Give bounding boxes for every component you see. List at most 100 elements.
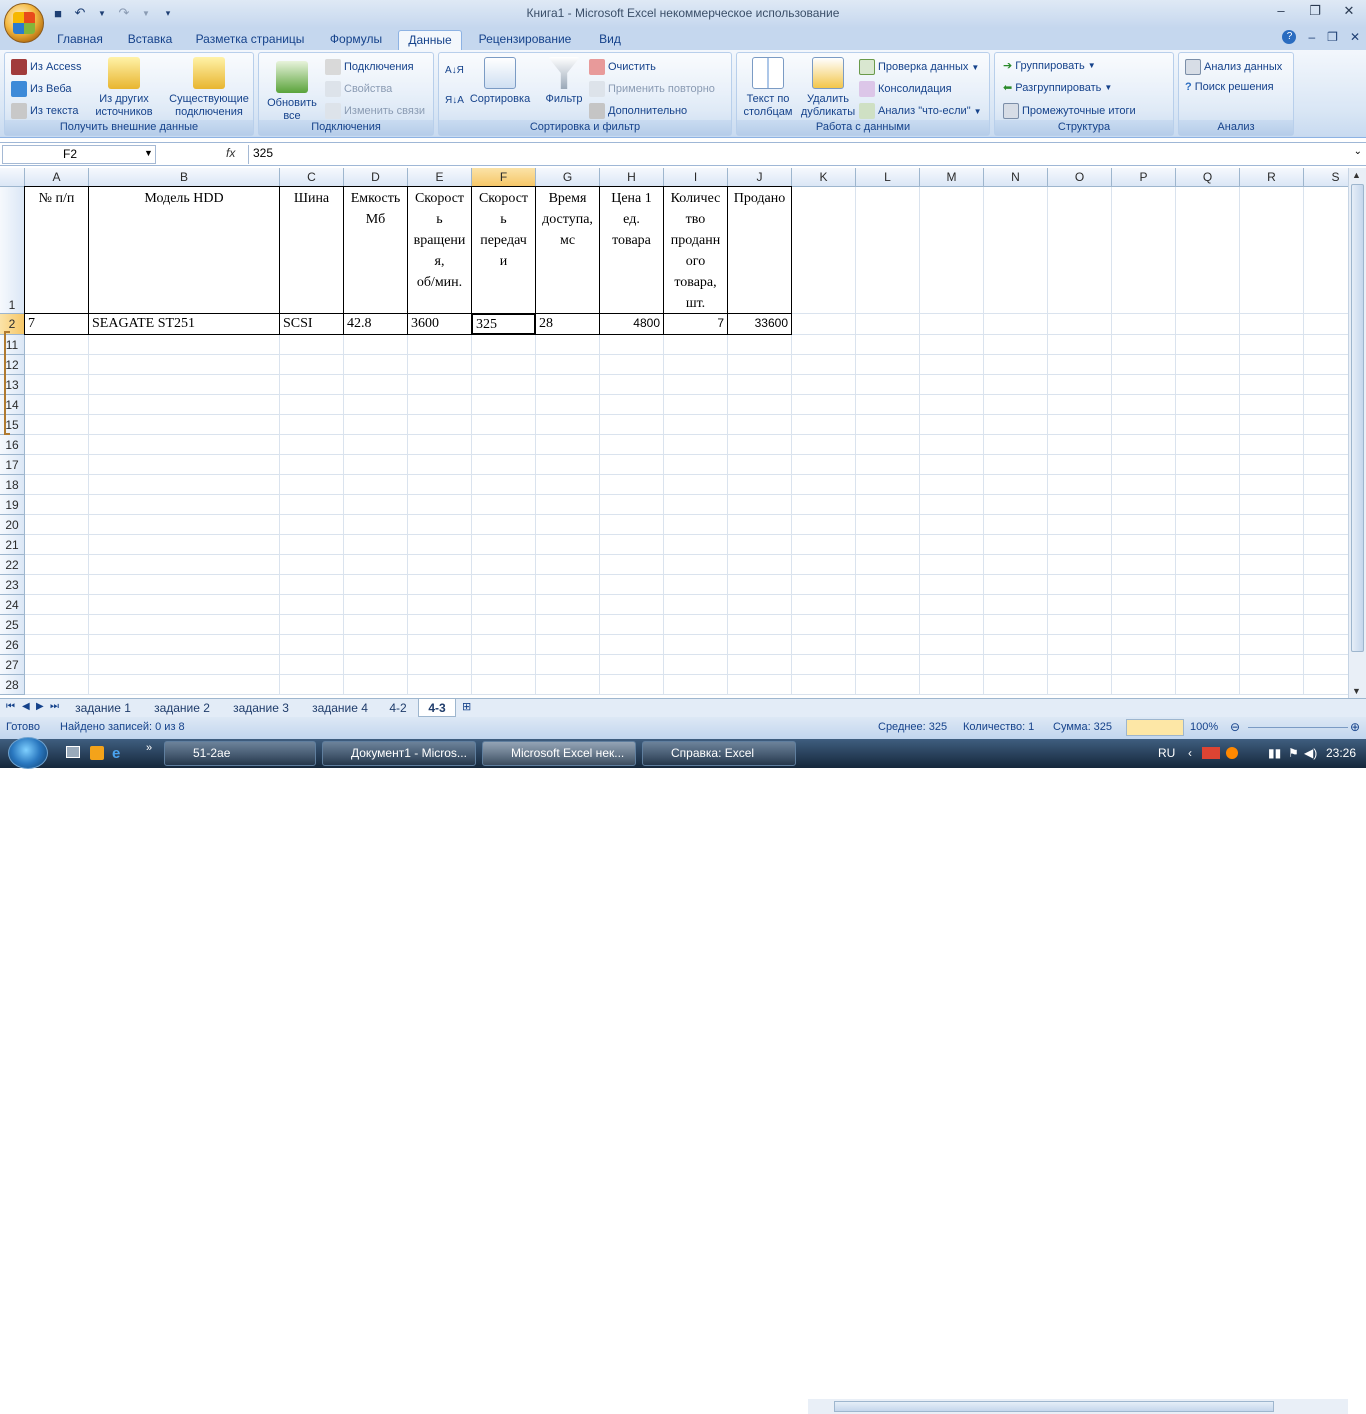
row-header-23[interactable]: 23 — [0, 575, 25, 595]
column-header-e[interactable]: E — [408, 168, 472, 187]
sheet-tab-3[interactable]: задание 3 — [224, 699, 298, 717]
tray-antivirus-icon[interactable] — [1202, 747, 1220, 759]
name-box[interactable]: F2 — [2, 145, 156, 164]
insert-sheet-icon[interactable]: ⊞ — [462, 700, 471, 713]
table-cell[interactable]: SCSI — [279, 313, 344, 335]
sheet-tab-6[interactable]: 4-3 — [418, 699, 456, 717]
column-header-j[interactable]: J — [728, 168, 792, 187]
tray-volume-icon[interactable]: ◀) — [1304, 746, 1317, 760]
column-header-k[interactable]: K — [792, 168, 856, 187]
quick-launch-ie-icon[interactable]: e — [112, 745, 120, 762]
table-cell[interactable]: SEAGATE ST251 — [88, 313, 280, 335]
taskbar-folder[interactable]: 51-2ае — [164, 741, 316, 766]
ribbon-restore-icon[interactable]: ❐ — [1327, 30, 1338, 44]
help-icon[interactable]: ? — [1282, 30, 1297, 44]
table-cell[interactable]: 7 — [663, 313, 728, 335]
minimize-button[interactable]: – — [1270, 3, 1292, 19]
row-header-16[interactable]: 16 — [0, 435, 25, 455]
refresh-all-button[interactable]: Обновить все — [261, 61, 323, 123]
clear-filter-button[interactable]: Очистить — [589, 59, 656, 75]
row-header-19[interactable]: 19 — [0, 495, 25, 515]
column-header-g[interactable]: G — [536, 168, 600, 187]
row-header-24[interactable]: 24 — [0, 595, 25, 615]
maximize-button[interactable]: ❐ — [1304, 3, 1326, 19]
name-box-dropdown-icon[interactable]: ▼ — [144, 148, 153, 158]
tab-home[interactable]: Главная — [50, 30, 110, 50]
table-cell[interactable]: 7 — [24, 313, 89, 335]
table-header-cell[interactable]: Модель HDD — [88, 186, 280, 314]
active-cell[interactable]: 325 — [471, 313, 536, 335]
row-header-20[interactable]: 20 — [0, 515, 25, 535]
taskbar-excel[interactable]: Microsoft Excel нек... — [482, 741, 636, 766]
from-text-button[interactable]: Из текста — [11, 103, 79, 119]
tab-formulas[interactable]: Формулы — [320, 30, 392, 50]
table-header-cell[interactable]: Цена 1 ед. товара — [599, 186, 664, 314]
column-header-i[interactable]: I — [664, 168, 728, 187]
what-if-button[interactable]: Анализ "что-если" ▼ — [859, 103, 982, 119]
reapply-button[interactable]: Применить повторно — [589, 81, 715, 97]
column-header-m[interactable]: M — [920, 168, 984, 187]
worksheet-grid[interactable]: A B C D E F G H I J K L M N O P Q R S 1 2 11 12 13 14 15 16 17 18 19 2… — [0, 168, 1366, 698]
tray-network-icon[interactable]: ▮▮ — [1268, 746, 1281, 760]
table-header-cell[interactable]: № п/п — [24, 186, 89, 314]
row-header-25[interactable]: 25 — [0, 615, 25, 635]
table-header-cell[interactable]: Скорост ь передач и — [471, 186, 536, 314]
formula-input[interactable]: 325 — [248, 145, 1344, 164]
outline-group-bracket[interactable] — [4, 331, 10, 435]
solver-button[interactable]: ? Поиск решения — [1185, 81, 1274, 93]
expand-formula-icon[interactable]: ⌄ — [1354, 146, 1362, 157]
row-header-17[interactable]: 17 — [0, 455, 25, 475]
from-web-button[interactable]: Из Веба — [11, 81, 72, 97]
table-header-cell[interactable]: Шина — [279, 186, 344, 314]
from-other-sources-button[interactable]: Из других источников — [89, 57, 159, 119]
row-header-22[interactable]: 22 — [0, 555, 25, 575]
quick-launch-more-icon[interactable]: » — [146, 742, 152, 754]
properties-button[interactable]: Свойства — [325, 81, 392, 97]
tray-flag-icon[interactable]: ⚑ — [1288, 746, 1299, 760]
table-cell[interactable]: 42.8 — [343, 313, 408, 335]
sheet-tab-5[interactable]: 4-2 — [382, 699, 414, 717]
tab-data[interactable]: Данные — [398, 30, 462, 50]
column-header-d[interactable]: D — [344, 168, 408, 187]
data-analysis-button[interactable]: Анализ данных — [1185, 59, 1282, 75]
zoom-slider[interactable] — [1248, 727, 1348, 728]
existing-connections-button[interactable]: Существующие подключения — [165, 57, 253, 119]
sort-az-button[interactable]: А↓Я — [445, 65, 464, 76]
column-header-l[interactable]: L — [856, 168, 920, 187]
scroll-thumb[interactable] — [1351, 184, 1364, 652]
sort-za-button[interactable]: Я↓А — [445, 95, 464, 106]
table-cell[interactable]: 3600 — [407, 313, 472, 335]
column-header-q[interactable]: Q — [1176, 168, 1240, 187]
vertical-scrollbar[interactable]: ▲ ▼ — [1348, 168, 1366, 698]
sort-button[interactable]: Сортировка — [465, 57, 535, 106]
select-all-corner[interactable] — [0, 168, 25, 187]
table-header-cell[interactable]: Скорост ь вращени я, об/мин. — [407, 186, 472, 314]
from-access-button[interactable]: Из Access — [11, 59, 81, 75]
quick-launch-media-icon[interactable] — [90, 746, 104, 760]
group-button[interactable]: ➔ Группировать ▼ — [1003, 59, 1096, 73]
row-header-27[interactable]: 27 — [0, 655, 25, 675]
language-indicator[interactable]: RU — [1158, 746, 1175, 760]
text-to-columns-button[interactable]: Текст по столбцам — [739, 57, 797, 119]
tray-expand-icon[interactable]: ‹ — [1188, 746, 1192, 760]
ribbon-close-icon[interactable]: ✕ — [1350, 30, 1360, 44]
sheet-tab-2[interactable]: задание 2 — [145, 699, 219, 717]
last-sheet-icon[interactable]: ⏭ — [50, 701, 59, 712]
column-header-n[interactable]: N — [984, 168, 1048, 187]
row-header-26[interactable]: 26 — [0, 635, 25, 655]
ribbon-minimize-icon[interactable]: – — [1308, 30, 1315, 44]
data-validation-button[interactable]: Проверка данных ▼ — [859, 59, 979, 75]
insert-function-icon[interactable]: fx — [226, 146, 235, 160]
tab-review[interactable]: Рецензирование — [470, 30, 580, 50]
column-header-p[interactable]: P — [1112, 168, 1176, 187]
consolidate-button[interactable]: Консолидация — [859, 81, 952, 97]
row-header-21[interactable]: 21 — [0, 535, 25, 555]
column-header-c[interactable]: C — [280, 168, 344, 187]
zoom-level[interactable]: 100% — [1190, 721, 1218, 733]
sheet-tab-1[interactable]: задание 1 — [66, 699, 140, 717]
horizontal-scrollbar[interactable] — [808, 1399, 1348, 1414]
scroll-down-icon[interactable]: ▼ — [1352, 686, 1361, 696]
column-header-r[interactable]: R — [1240, 168, 1304, 187]
edit-links-button[interactable]: Изменить связи — [325, 103, 425, 119]
start-button[interactable] — [8, 737, 48, 769]
